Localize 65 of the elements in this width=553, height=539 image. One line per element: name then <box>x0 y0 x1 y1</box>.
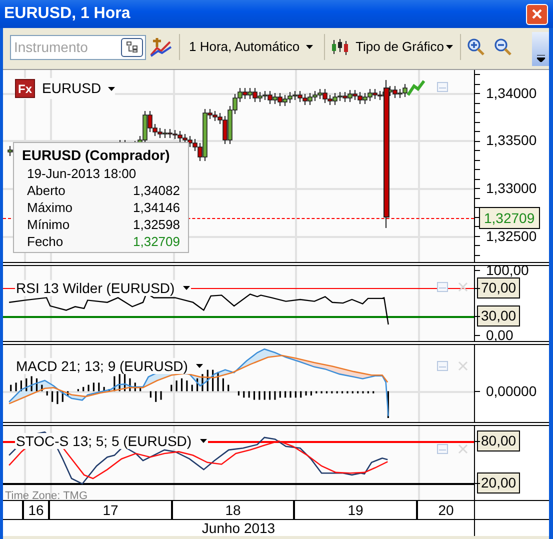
level-label: 20,00 <box>477 472 520 494</box>
level-label: 70,00 <box>477 278 520 298</box>
axis-label: 0,00 <box>486 328 514 342</box>
day-label: 17 <box>50 501 173 519</box>
tooltip-value: 1,34146 <box>133 199 180 216</box>
overflow-button[interactable] <box>532 32 549 66</box>
tooltip-value: 1,34082 <box>133 182 180 199</box>
tooltip-label: Fecho <box>27 233 64 250</box>
day-label: 18 <box>173 501 295 519</box>
day-label: 16 <box>24 501 50 519</box>
tooltip-value: 1,32709 <box>133 233 180 250</box>
candlestick-icon <box>330 38 349 56</box>
month-label: Junho 2013 <box>202 521 276 535</box>
instrument-combo[interactable]: Instrumento <box>10 34 146 60</box>
tooltip-label: Máximo <box>27 199 73 216</box>
axis-label: 1,33000 <box>486 181 537 195</box>
caret-icon <box>200 439 207 443</box>
tooltip-label: Mínimo <box>27 216 70 233</box>
trend-icon <box>407 80 425 96</box>
zoom-in-button[interactable] <box>466 36 486 58</box>
caret-icon <box>306 45 313 49</box>
axis-label: 1,32500 <box>486 229 537 243</box>
chart-type-dropdown[interactable]: Tipo de Gráfico <box>356 35 453 59</box>
close-icon <box>458 361 468 371</box>
tooltip-datetime: 19-Jun-2013 18:00 <box>26 165 138 182</box>
time-zone-label: Time Zone: TMG <box>5 489 88 500</box>
zoom-out-icon <box>494 38 512 56</box>
window-icon <box>437 444 448 454</box>
indicator-button[interactable] <box>149 35 173 59</box>
chevron-down-icon <box>536 55 544 62</box>
level-label: 80,00 <box>477 430 520 452</box>
window-title: EURUSD, 1 Hora <box>4 4 130 24</box>
zoom-in-icon <box>466 38 485 56</box>
timeframe-dropdown[interactable]: 1 Hora, Automático <box>188 35 314 59</box>
chart-plus-icon <box>150 37 172 57</box>
close-icon <box>458 282 468 292</box>
level-label: 30,00 <box>477 306 520 326</box>
caret-icon <box>446 45 453 49</box>
tooltip-value: 1,32598 <box>133 216 180 233</box>
symbol-dropdown[interactable]: EURUSD <box>42 78 116 99</box>
symbol-logo: Fx <box>15 79 35 98</box>
tooltip-label: Aberto <box>27 182 66 199</box>
close-button[interactable] <box>526 4 548 24</box>
caret-icon <box>182 286 190 290</box>
caret-icon <box>108 86 116 90</box>
axis-label: 0,00000 <box>486 384 537 398</box>
indicator-title-dropdown[interactable]: STOC-S 13; 5; 5 (EURUSD) <box>15 433 208 449</box>
day-label: 20 <box>437 501 455 519</box>
instrument-field[interactable]: Instrumento <box>14 36 119 58</box>
list-icon <box>126 41 138 53</box>
axis-label: 1,33500 <box>486 133 537 147</box>
close-icon <box>458 444 468 454</box>
axis-label: 1,34000 <box>486 86 537 100</box>
indicator-title-dropdown[interactable]: MACD 21; 13; 9 (EURUSD) <box>15 358 204 374</box>
caret-icon <box>196 364 203 368</box>
browse-button[interactable] <box>121 38 143 56</box>
last-price-label: 1,32709 <box>479 207 540 229</box>
window-icon <box>437 282 448 292</box>
day-label: 19 <box>295 501 418 519</box>
tooltip-title: EURUSD (Comprador) <box>22 146 171 165</box>
window-icon <box>437 361 448 371</box>
window-icon <box>437 82 448 92</box>
zoom-out-button[interactable] <box>492 36 513 58</box>
close-icon <box>532 9 542 19</box>
indicator-title-dropdown[interactable]: RSI 13 Wilder (EURUSD) <box>15 280 191 296</box>
